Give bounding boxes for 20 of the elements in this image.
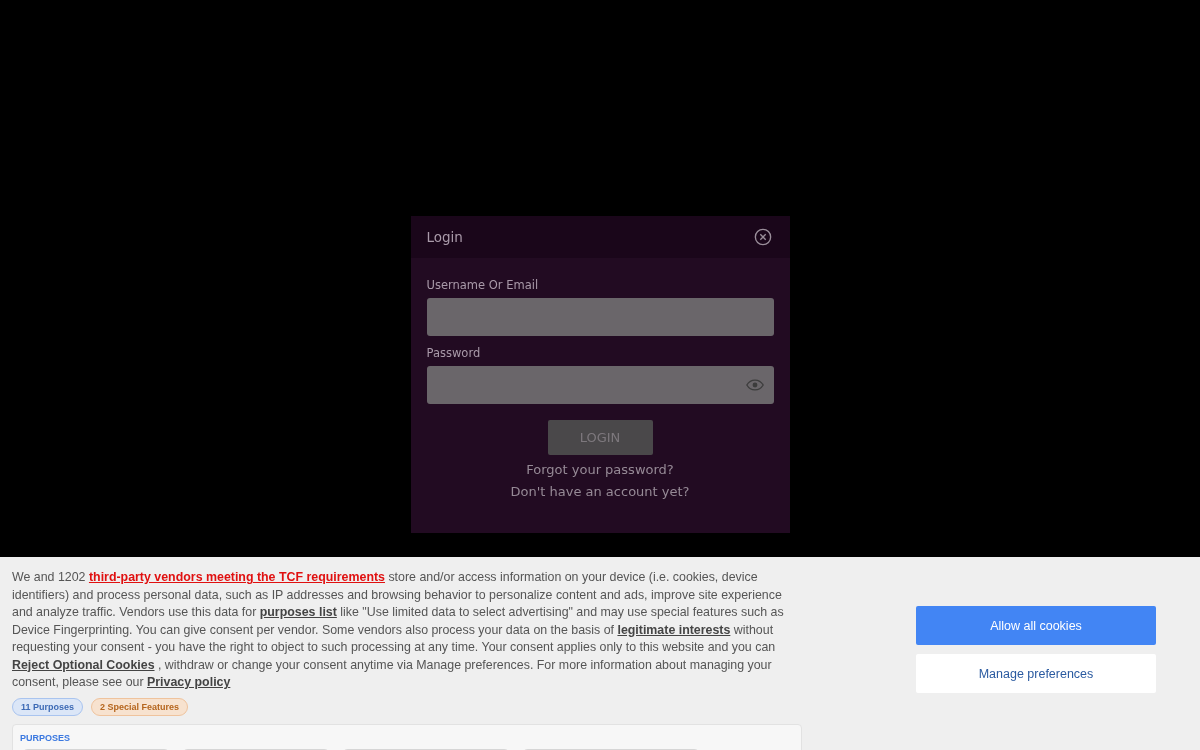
link[interactable]: purposes list xyxy=(259,605,337,619)
link[interactable]: Reject Optional Cookies xyxy=(12,657,155,672)
field-label: Password xyxy=(426,346,482,360)
dialog-title: Login xyxy=(426,229,463,245)
input-field[interactable] xyxy=(426,366,774,404)
section-heading: PURPOSES xyxy=(20,732,71,743)
link[interactable]: third-party vendors meeting the TCF requirements xyxy=(88,570,385,584)
input-field[interactable] xyxy=(426,298,774,336)
link[interactable]: Don't have an account yet? xyxy=(510,484,690,499)
preferences-button[interactable]: Manage preferences xyxy=(916,654,1156,693)
link[interactable]: Privacy policy xyxy=(147,675,231,689)
eye-icon[interactable] xyxy=(745,379,764,391)
count-tag[interactable]: 11 Purposes xyxy=(12,697,84,716)
close-icon[interactable] xyxy=(753,228,772,246)
link[interactable]: Forgot your password? xyxy=(526,462,674,477)
allow-button[interactable]: Allow all cookies xyxy=(916,606,1156,645)
consent-text: We and 1202 third-party vendors meeting the TCF requirements store and/or access information on your device (i.e. cookies, device identifiers) and process personal data, such as IP addresses and browsing behavior to personalize content and ads, improve site experience and analyze traffic. Vendors use this data for purposes list like "Use limited data to select advertising" and may use special features such as Device Fingerprinting. You can give consent per vendor. Some vendors also process your data on the basis of legitimate interests without requesting your consent - you have the right to object to such processing at any time. Your consent applies only to this website and you can Reject Optional Cookies , withdraw or change your consent anytime via Manage preferences. For more information about managing your consent, please see our Privacy policy xyxy=(12,569,785,691)
count-tag[interactable]: 2 Special Features xyxy=(91,697,189,716)
field-label: Username Or Email xyxy=(426,278,540,292)
link[interactable]: legitimate interests xyxy=(617,622,731,637)
